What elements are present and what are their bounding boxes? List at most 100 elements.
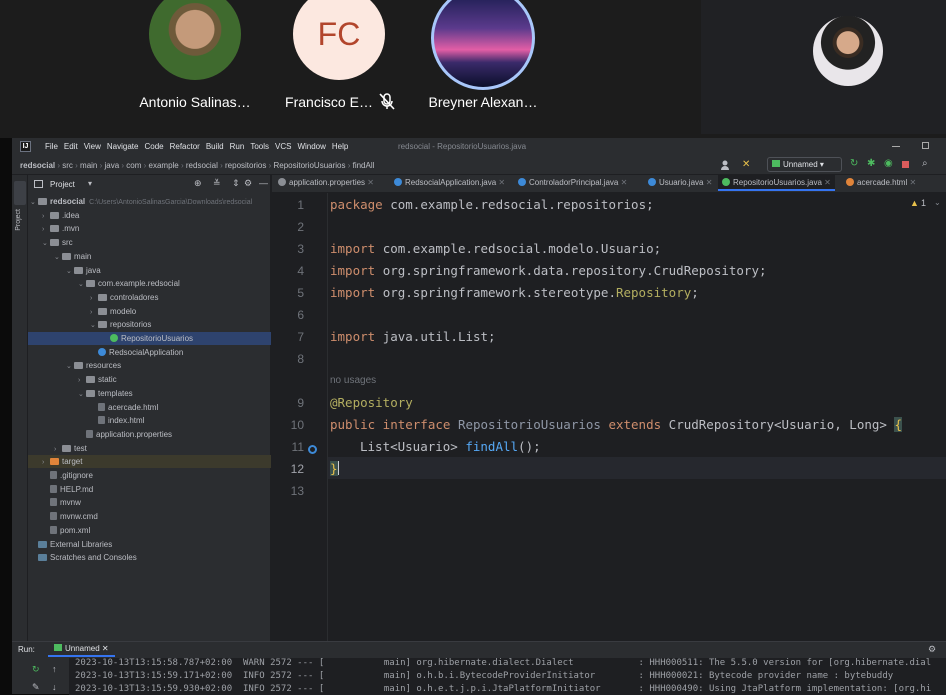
tree-item[interactable]: ⌄ repositorios (28, 318, 271, 331)
tree-item[interactable]: › target (28, 455, 271, 469)
tree-item[interactable]: ⌄ com.example.redsocial (28, 277, 271, 290)
breadcrumb-item[interactable]: com (126, 161, 141, 170)
tree-item[interactable]: mvnw (28, 496, 271, 509)
line-number[interactable]: 1 (272, 198, 304, 212)
breadcrumb-item[interactable]: redsocial (186, 161, 218, 170)
wrench-icon[interactable]: ✎ (32, 682, 40, 693)
rerun-icon[interactable]: ↻ (850, 158, 858, 169)
chevron-down-icon[interactable]: ⌄ (66, 265, 74, 278)
tree-item[interactable]: index.html (28, 414, 271, 427)
collapse-all-icon[interactable]: ≚ (213, 178, 221, 189)
line-number[interactable]: 7 (272, 330, 304, 344)
breadcrumb-item[interactable]: example (149, 161, 179, 170)
close-icon[interactable]: ✕ (703, 178, 713, 187)
chevron-down-icon[interactable]: ⌄ (934, 198, 941, 207)
chevron-right-icon[interactable]: › (42, 223, 50, 236)
participant-tile-1[interactable]: Antonio Salinas… (125, 0, 265, 134)
build-hammer-icon[interactable]: ✕ (742, 159, 750, 170)
project-view-selector[interactable]: Project (50, 180, 75, 189)
line-number[interactable]: 12 (272, 462, 304, 476)
expand-icon[interactable]: ⇕ (232, 178, 240, 189)
menu-item-help[interactable]: Help (332, 142, 348, 151)
console-output[interactable]: 2023-10-13T13:15:58.787+02:00 WARN 2572 … (69, 658, 946, 695)
chevron-right-icon[interactable]: › (54, 443, 62, 456)
chevron-right-icon[interactable]: › (90, 306, 98, 319)
gear-icon[interactable]: ⚙ (244, 178, 252, 189)
chevron-right-icon[interactable]: › (78, 374, 86, 387)
tree-item[interactable]: ⌄ main (28, 250, 271, 263)
hide-panel-icon[interactable]: — (259, 178, 268, 188)
menu-item-edit[interactable]: Edit (64, 142, 78, 151)
stop-icon[interactable] (902, 161, 909, 168)
chevron-down-icon[interactable]: ⌄ (90, 319, 98, 332)
implementation-marker-icon[interactable] (308, 445, 317, 454)
menu-item-window[interactable]: Window (297, 142, 325, 151)
minimize-icon[interactable] (892, 146, 900, 147)
chevron-right-icon[interactable]: › (42, 210, 50, 223)
tree-item[interactable]: › test (28, 442, 271, 455)
chevron-down-icon[interactable]: ⌄ (66, 360, 74, 373)
line-number[interactable]: 5 (272, 286, 304, 300)
line-number[interactable]: 11 (272, 440, 304, 454)
chevron-right-icon[interactable]: › (42, 456, 50, 469)
tree-item[interactable]: pom.xml (28, 524, 271, 537)
self-view-tile[interactable] (701, 0, 946, 134)
line-number[interactable]: 2 (272, 220, 304, 234)
tree-item[interactable]: Scratches and Consoles (28, 551, 271, 564)
arrow-up-icon[interactable]: ↑ (52, 664, 57, 674)
tree-item[interactable]: › modelo (28, 305, 271, 318)
debug-icon[interactable]: ✱ (867, 158, 875, 169)
chevron-down-icon[interactable]: ▾ (88, 179, 92, 188)
chevron-down-icon[interactable]: ⌄ (30, 196, 38, 209)
breadcrumb-item[interactable]: RepositorioUsuarios (273, 161, 345, 170)
tree-item[interactable]: mvnw.cmd (28, 510, 271, 523)
line-number[interactable]: 13 (272, 484, 304, 498)
project-tool-button[interactable] (14, 181, 26, 205)
breadcrumb-item[interactable]: redsocial (20, 161, 55, 170)
editor-tab[interactable]: ControladorPrincipal.java ✕ (518, 175, 627, 191)
close-icon[interactable]: ✕ (822, 178, 831, 187)
search-icon[interactable]: ⌕ (922, 158, 928, 169)
breadcrumb-item[interactable]: src (62, 161, 73, 170)
tree-item[interactable]: › .mvn (28, 222, 271, 235)
menu-item-code[interactable]: Code (144, 142, 163, 151)
close-icon[interactable]: ✕ (618, 178, 628, 187)
editor-tab[interactable]: RepositorioUsuarios.java ✕ (718, 175, 835, 191)
chevron-right-icon[interactable]: › (90, 292, 98, 305)
menu-item-run[interactable]: Run (230, 142, 245, 151)
tree-item[interactable]: RepositorioUsuarios (28, 332, 271, 345)
menu-item-tools[interactable]: Tools (250, 142, 269, 151)
menu-item-navigate[interactable]: Navigate (107, 142, 139, 151)
maximize-icon[interactable] (922, 142, 929, 149)
chevron-down-icon[interactable]: ⌄ (78, 278, 86, 291)
participant-tile-2[interactable]: FC Francisco E… (269, 0, 409, 134)
breadcrumb-item[interactable]: findAll (353, 161, 375, 170)
arrow-down-icon[interactable]: ↓ (52, 682, 57, 692)
tree-item[interactable]: ⌄ templates (28, 387, 271, 400)
menu-item-refactor[interactable]: Refactor (170, 142, 200, 151)
line-number[interactable]: 3 (272, 242, 304, 256)
close-icon[interactable]: ✕ (365, 178, 374, 187)
user-icon[interactable] (720, 160, 734, 170)
editor-tab[interactable]: Usuario.java ✕ (648, 175, 712, 191)
editor-tab[interactable]: RedsocialApplication.java ✕ (394, 175, 505, 191)
tree-item[interactable]: › controladores (28, 291, 271, 304)
menu-item-vcs[interactable]: VCS (275, 142, 291, 151)
gear-icon[interactable]: ⚙ (928, 644, 936, 655)
tree-item[interactable]: .gitignore (28, 469, 271, 482)
chevron-down-icon[interactable]: ⌄ (42, 237, 50, 250)
run-config-select[interactable]: Unnamed ▾ (767, 157, 842, 172)
breadcrumb-item[interactable]: java (104, 161, 119, 170)
code-editor[interactable]: 1 2 3 4 5 6 7 8 9 10 11 12 13 ▲ 1 ⌄ package com.exam… (272, 193, 946, 645)
tree-item[interactable]: application.properties (28, 428, 271, 441)
menu-item-view[interactable]: View (84, 142, 101, 151)
editor-tab[interactable]: application.properties ✕ (278, 175, 374, 191)
line-number[interactable]: 8 (272, 352, 304, 366)
chevron-down-icon[interactable]: ⌄ (78, 388, 86, 401)
editor-tab[interactable]: acercade.html ✕ (846, 175, 916, 191)
tree-item[interactable]: ⌄ java (28, 264, 271, 277)
close-icon[interactable]: ✕ (496, 178, 505, 187)
participant-tile-3[interactable]: Breyner Alexan… (413, 0, 553, 134)
close-icon[interactable]: ✕ (907, 178, 916, 187)
warning-icon[interactable]: ▲ (910, 198, 919, 208)
